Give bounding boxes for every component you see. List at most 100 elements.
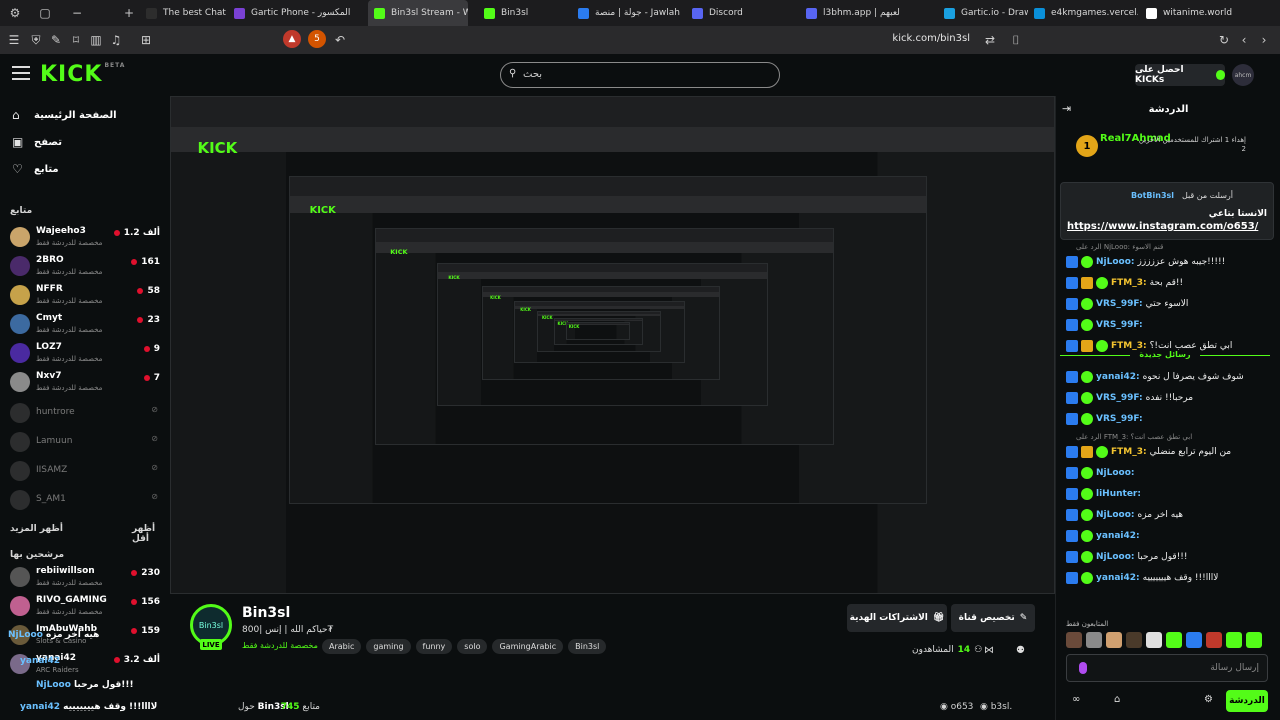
chat-message[interactable]: FTM_3: من اليوم ترابع منضلي (1066, 443, 1274, 461)
gift-icon[interactable]: ⌂ (1114, 694, 1120, 705)
avatar[interactable]: ahcm (1232, 64, 1254, 86)
customize-channel-button[interactable]: تخصيص قناة ✎ (951, 604, 1035, 632)
recommended-channel[interactable]: rebiiwillson مخصصة للدردشة فقط 230 (0, 563, 170, 593)
chat-username[interactable]: VRS_99F: (1096, 299, 1143, 309)
emote-icon[interactable] (1126, 632, 1142, 648)
stream-tag[interactable]: GamingArabic (492, 639, 564, 654)
chat-message[interactable]: FTM_3: قم بحة!! (1066, 274, 1274, 292)
emote-icon[interactable] (1206, 632, 1222, 648)
pinned-link[interactable]: https://www.instagram.com/o653/ (1067, 221, 1258, 232)
stream-tag[interactable]: Arabic (322, 639, 362, 654)
reload-icon[interactable]: ↻ (1216, 32, 1232, 48)
notification-off-icon[interactable]: ⊘ (151, 405, 158, 414)
kick-logo[interactable]: KICK BETA (40, 62, 125, 87)
sidebar-item-browse[interactable]: ▣ تصفح (0, 129, 170, 155)
chat-message[interactable]: VRS_99F: الاسوء حتي (1066, 295, 1274, 313)
chat-message[interactable]: NjLooo: جيبه هوش عززززز!!!!! (1066, 253, 1274, 271)
chat-input[interactable]: إرسال رسالة (1066, 654, 1268, 682)
chat-username[interactable]: NjLooo: (1096, 468, 1135, 478)
tab-8[interactable]: Gartic.io - Draw, Gues (938, 0, 1028, 26)
site-settings-icon[interactable]: ⇄ (982, 32, 998, 48)
search-input[interactable]: ⚲ بحث (500, 62, 780, 88)
sidebar-channel-offline[interactable]: huntrore ⊘ (0, 399, 170, 429)
sidebar-channel[interactable]: Nxv7 مخصصة للدردشة فقط 7 (0, 368, 170, 398)
stream-tag[interactable]: funny (415, 639, 453, 654)
emote-icon[interactable]: ∞ (1072, 694, 1080, 705)
minimize-icon[interactable]: − (62, 0, 92, 26)
tab-2[interactable]: Gartic Phone - المكسور (228, 0, 358, 26)
chat-username[interactable]: FTM_3: (1111, 447, 1147, 457)
tab-5[interactable]: جولة | منصة - Jawlah (572, 0, 682, 26)
sidebar-channel[interactable]: Wajeeho3 مخصصة للدردشة فقط 1.2 ألف (0, 223, 170, 253)
follow-icon[interactable]: ⚉ (1016, 645, 1025, 656)
chat-username[interactable]: yanai42: (1096, 573, 1140, 583)
show-less-link[interactable]: أظهر أقل (132, 524, 170, 544)
notification-off-icon[interactable]: ⊘ (151, 492, 158, 501)
chat-username[interactable]: yanai42: (1096, 372, 1140, 382)
sidebar-channel-offline[interactable]: IISAMZ ⊘ (0, 457, 170, 487)
tab-3[interactable]: Bin3sl Stream - W✕ (368, 0, 468, 26)
sidebar-channel[interactable]: NFFR مخصصة للدردشة فقط 58 (0, 281, 170, 311)
stream-tag[interactable]: gaming (366, 639, 411, 654)
chat-username[interactable]: FTM_3: (1111, 278, 1147, 288)
back-icon[interactable]: ‹ (1236, 32, 1252, 48)
window-menu-icon[interactable]: ⚙ (0, 0, 30, 26)
bookmark-icon[interactable]: ⌑ (68, 32, 84, 48)
sidebar-item-heart[interactable]: ♡ متابع (0, 156, 170, 182)
address-bar[interactable]: kick.com/bin3sl (880, 33, 970, 44)
stream-category[interactable]: مخصصة للدردشة فقط (242, 641, 318, 650)
share-icon[interactable]: ⋈ (984, 645, 994, 656)
extension-icon[interactable]: ▲ (283, 30, 301, 48)
bookmark-page-icon[interactable]: ⌷ (1008, 32, 1024, 48)
sidebar-icon[interactable]: ▥ (88, 32, 104, 48)
sidebar-channel[interactable]: LOZ7 مخصصة للدردشة فقط 9 (0, 339, 170, 369)
pinned-user[interactable]: BotBin3sl (1131, 191, 1174, 200)
chat-username[interactable]: NjLooo: (1096, 510, 1135, 520)
chat-message[interactable]: yanai42: لاااا!!! وقف هيييييييه (1066, 569, 1274, 587)
chat-message[interactable]: NjLooo: هيه اخر مزه (1066, 506, 1274, 524)
show-more-link[interactable]: أظهر المزيد (10, 524, 63, 534)
emote-icon[interactable] (1166, 632, 1182, 648)
extension-badge-icon[interactable]: 5 (308, 30, 326, 48)
chat-username[interactable]: yanai42: (1096, 531, 1140, 541)
sidebar-channel-offline[interactable]: S_AM1 ⊘ (0, 486, 170, 516)
social-handle[interactable]: ◉ b3sl. (980, 702, 1012, 712)
pen-icon[interactable]: ✎ (48, 32, 64, 48)
tab-7[interactable]: l3bhm.app | لعبهم (800, 0, 930, 26)
tab-9[interactable]: e4kmgames.vercel.app (1028, 0, 1138, 26)
chat-username[interactable]: VRS_99F: (1096, 414, 1143, 424)
music-icon[interactable]: ♫ (108, 32, 124, 48)
settings-icon[interactable]: ⚙ (1204, 694, 1213, 705)
chat-username[interactable]: liHunter: (1096, 489, 1141, 499)
screenshot-icon[interactable]: ⊞ (138, 32, 154, 48)
emote-icon[interactable] (1106, 632, 1122, 648)
emote-icon[interactable] (1246, 632, 1262, 648)
chat-username[interactable]: VRS_99F: (1096, 320, 1143, 330)
chat-username[interactable]: NjLooo: (1096, 257, 1135, 267)
stream-tag[interactable]: solo (457, 639, 488, 654)
tab-6[interactable]: Discord (686, 0, 796, 26)
back-arrow-icon[interactable]: ↶ (332, 32, 348, 48)
tab-10[interactable]: witanime.world (1140, 0, 1260, 26)
sidebar-channel[interactable]: Cmyt مخصصة للدردشة فقط 23 (0, 310, 170, 340)
chat-username[interactable]: VRS_99F: (1096, 393, 1143, 403)
emote-icon[interactable] (1186, 632, 1202, 648)
tab-1[interactable]: The best ChatBot and (140, 0, 226, 26)
sidebar-item-home[interactable]: ⌂ الصفحة الرئيسية (0, 102, 170, 128)
get-kicks-button[interactable]: احصل على KICKs (1135, 64, 1225, 86)
shield-icon[interactable]: ⛨ (28, 32, 44, 48)
menu-icon[interactable]: ☰ (6, 32, 22, 48)
stream-tag[interactable]: Bin3sl (568, 639, 607, 654)
send-button[interactable]: الدردشة (1226, 690, 1268, 712)
forward-icon[interactable]: › (1256, 32, 1272, 48)
hamburger-icon[interactable] (12, 66, 30, 80)
emote-icon[interactable] (1086, 632, 1102, 648)
chat-message[interactable]: yanai42: (1066, 527, 1274, 545)
recommended-channel[interactable]: RIVO_GAMING مخصصة للدردشة فقط 156 (0, 592, 170, 622)
gift-subs-button[interactable]: الاشتراكات الهدية 🎁︎ (847, 604, 947, 632)
chat-message[interactable]: NjLooo: قول مرحبا!!! (1066, 548, 1274, 566)
chat-username[interactable]: NjLooo: (1096, 552, 1135, 562)
emote-icon[interactable] (1226, 632, 1242, 648)
chat-message[interactable]: VRS_99F: (1066, 410, 1274, 428)
chat-message[interactable]: yanai42: شوف شوف يصرفا ل نحوه (1066, 368, 1274, 386)
